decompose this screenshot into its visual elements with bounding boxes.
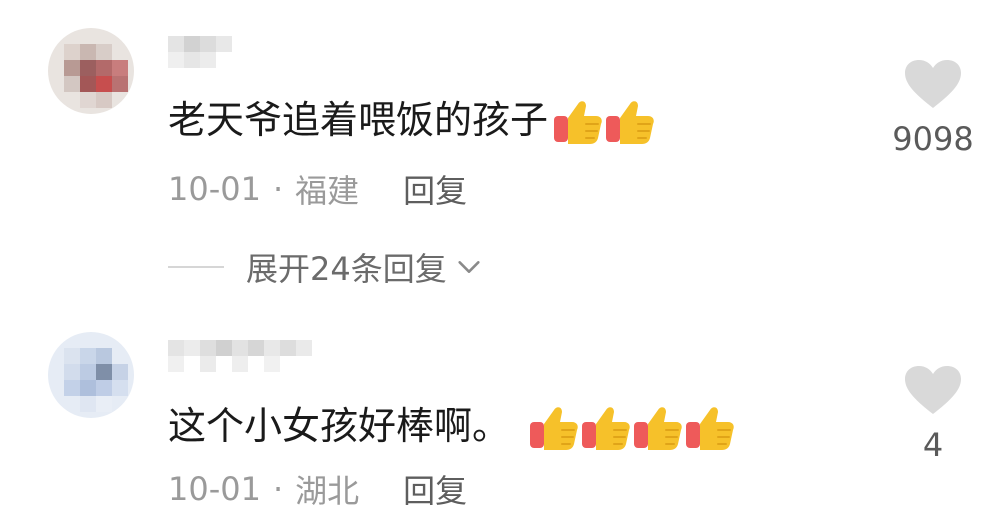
like-button[interactable]: 4 — [873, 366, 993, 464]
thumbs-up-icon — [686, 407, 734, 450]
thumbs-up-emojis — [528, 400, 736, 452]
reply-button[interactable]: 回复 — [403, 166, 467, 212]
like-count: 4 — [922, 426, 944, 464]
thumbs-up-icon — [634, 407, 682, 450]
reply-button[interactable]: 回复 — [403, 466, 467, 512]
thumbs-up-icon — [530, 407, 578, 450]
thumbs-up-icon — [582, 407, 630, 450]
avatar[interactable] — [48, 332, 134, 418]
comment-text: 老天爷追着喂饭的孩子 — [168, 94, 656, 146]
comment-meta: 10-01 · 福建 回复 — [168, 166, 467, 212]
comment-item: 老天爷追着喂饭的孩子 10-01 · 福建 回复 展开24条回复 9098 — [0, 0, 1000, 300]
comment-item: 这个小女孩好棒啊。 10-01 · 湖北 回复 4 — [0, 300, 1000, 510]
comment-location: 湖北 — [295, 472, 360, 510]
expand-replies-label: 展开24条回复 — [246, 250, 447, 288]
like-count: 9098 — [892, 120, 974, 158]
thumbs-up-emojis — [552, 94, 656, 146]
username-blurred[interactable] — [168, 340, 318, 380]
divider-line — [168, 266, 224, 268]
comment-meta: 10-01 · 湖北 回复 — [168, 466, 467, 512]
heart-icon — [905, 60, 961, 108]
comment-body: 这个小女孩好棒啊。 — [168, 404, 511, 448]
comment-date: 10-01 — [168, 470, 261, 508]
meta-separator: · — [272, 170, 284, 208]
comment-body: 老天爷追着喂饭的孩子 — [168, 98, 549, 142]
expand-replies-button[interactable]: 展开24条回复 — [168, 244, 483, 290]
comment-text: 这个小女孩好棒啊。 — [168, 400, 736, 452]
meta-separator: · — [272, 470, 284, 508]
like-button[interactable]: 9098 — [873, 60, 993, 158]
heart-icon — [905, 366, 961, 414]
thumbs-up-icon — [606, 101, 654, 144]
chevron-down-icon — [458, 261, 480, 273]
username-blurred[interactable] — [168, 36, 238, 76]
avatar[interactable] — [48, 28, 134, 114]
comment-date: 10-01 — [168, 170, 261, 208]
comment-location: 福建 — [295, 172, 360, 210]
thumbs-up-icon — [554, 101, 602, 144]
